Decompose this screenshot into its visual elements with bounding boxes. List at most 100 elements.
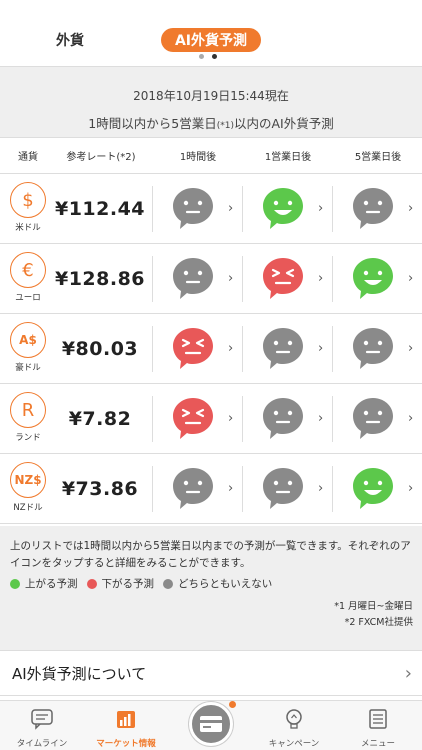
- header-currency: 通貨: [18, 152, 38, 163]
- column-divider: [242, 396, 243, 442]
- forecast-description: 1時間以内から5営業日(*1)以内のAI外貨予測: [88, 116, 334, 131]
- currency-name: 豪ドル: [15, 363, 41, 373]
- chevron-right-icon[interactable]: ›: [318, 271, 323, 286]
- column-divider: [332, 186, 333, 232]
- table-row: € ユーロ ¥128.86 › › ›: [0, 244, 422, 314]
- chevron-right-icon[interactable]: ›: [228, 341, 233, 356]
- currency-cell: € ユーロ: [8, 252, 48, 303]
- chat-bubble-icon: [31, 709, 53, 730]
- nav-menu-label: メニュー: [360, 739, 395, 749]
- column-divider: [332, 326, 333, 372]
- down-face-icon: [86, 578, 97, 589]
- column-divider: [152, 466, 153, 512]
- about-label: AI外貨予測について: [12, 664, 147, 683]
- chevron-right-icon[interactable]: ›: [318, 411, 323, 426]
- reference-rate: ¥128.86: [54, 268, 146, 290]
- currency-symbol-icon: €: [10, 252, 46, 288]
- table-row: R ランド ¥7.82 › › ›: [0, 384, 422, 454]
- currency-name: ユーロ: [15, 293, 41, 303]
- header-1h: 1時間後: [179, 152, 217, 163]
- down-face-icon[interactable]: [172, 397, 214, 441]
- info-banner: 2018年10月19日15:44現在 1時間以内から5営業日(*1)以内のAI外…: [0, 66, 422, 138]
- header-1d: 1営業日後: [264, 152, 312, 163]
- forecast-table: $ 米ドル ¥112.44 › › › € ユーロ ¥128.86 › › › A$ 豪ドル ¥80.03 ›…: [0, 174, 422, 524]
- up-face-icon[interactable]: [352, 467, 394, 511]
- column-divider: [152, 256, 153, 302]
- chevron-right-icon[interactable]: ›: [318, 341, 323, 356]
- neutral-face-icon[interactable]: [172, 187, 214, 231]
- page-indicator: [199, 54, 217, 59]
- currency-cell: NZ$ NZドル: [8, 462, 48, 513]
- tab-ai-forecast[interactable]: AI外貨予測: [161, 28, 261, 52]
- neutral-face-icon[interactable]: [262, 467, 304, 511]
- about-ai-forecast-link[interactable]: AI外貨予測について ›: [0, 650, 422, 696]
- neutral-face-icon[interactable]: [262, 327, 304, 371]
- chevron-right-icon[interactable]: ›: [408, 481, 413, 496]
- currency-name: NZドル: [13, 503, 43, 513]
- column-divider: [332, 466, 333, 512]
- lightbulb-icon: [286, 709, 302, 729]
- neutral-face-icon[interactable]: [262, 397, 304, 441]
- column-divider: [332, 256, 333, 302]
- column-divider: [152, 396, 153, 442]
- reference-rate: ¥7.82: [68, 408, 132, 430]
- currency-name: ランド: [15, 433, 41, 443]
- currency-symbol-icon: NZ$: [10, 462, 46, 498]
- currency-cell: $ 米ドル: [8, 182, 48, 233]
- up-face-icon: [10, 578, 20, 589]
- nav-market-label: マーケット情報: [96, 739, 156, 749]
- neutral-face-icon: [163, 578, 173, 589]
- top-bar: 外貨 AI外貨予測: [0, 0, 422, 59]
- neutral-face-icon[interactable]: [172, 467, 214, 511]
- column-divider: [242, 466, 243, 512]
- column-divider: [152, 186, 153, 232]
- chevron-right-icon[interactable]: ›: [228, 481, 233, 496]
- reference-rate: ¥80.03: [61, 338, 139, 360]
- column-divider: [242, 256, 243, 302]
- legend-neutral: どちらともいえない: [178, 578, 273, 590]
- nav-campaign-label: キャンペーン: [268, 739, 320, 749]
- neutral-face-icon[interactable]: [352, 397, 394, 441]
- table-header: 通貨 参考レート(*2) 1時間後 1営業日後 5営業日後: [0, 138, 422, 174]
- nav-timeline-label: タイムライン: [16, 739, 68, 749]
- chevron-right-icon[interactable]: ›: [318, 481, 323, 496]
- header-rate: 参考レート(*2): [66, 152, 136, 163]
- legend-down: 下がる予測: [101, 578, 155, 590]
- header-5d: 5営業日後: [354, 152, 402, 163]
- chevron-right-icon[interactable]: ›: [408, 341, 413, 356]
- chevron-right-icon[interactable]: ›: [408, 411, 413, 426]
- footnote-2: *2 FXCM社提供: [344, 617, 413, 628]
- neutral-face-icon[interactable]: [172, 257, 214, 301]
- notes-text: 上のリストでは1時間以内から5営業日以内までの予測が一覧できます。それぞれのアイ…: [10, 540, 411, 569]
- chevron-right-icon: ›: [404, 663, 412, 684]
- legend-up: 上がる予測: [25, 578, 78, 590]
- chevron-right-icon[interactable]: ›: [228, 411, 233, 426]
- currency-name: 米ドル: [15, 223, 41, 233]
- neutral-face-icon[interactable]: [352, 327, 394, 371]
- nav-campaign[interactable]: キャンペーン: [252, 701, 336, 750]
- reference-rate: ¥112.44: [54, 198, 146, 220]
- chevron-right-icon[interactable]: ›: [228, 271, 233, 286]
- currency-cell: A$ 豪ドル: [8, 322, 48, 373]
- reference-rate: ¥73.86: [61, 478, 139, 500]
- notification-dot: [229, 701, 236, 708]
- down-face-icon[interactable]: [172, 327, 214, 371]
- card-button[interactable]: [189, 702, 233, 746]
- chevron-right-icon[interactable]: ›: [408, 201, 413, 216]
- chevron-right-icon[interactable]: ›: [318, 201, 323, 216]
- nav-menu[interactable]: メニュー: [336, 701, 420, 750]
- chevron-right-icon[interactable]: ›: [408, 271, 413, 286]
- nav-market[interactable]: マーケット情報: [84, 701, 168, 750]
- chevron-right-icon[interactable]: ›: [228, 201, 233, 216]
- bar-chart-icon: [117, 711, 135, 728]
- up-face-icon[interactable]: [262, 187, 304, 231]
- up-face-icon[interactable]: [352, 257, 394, 301]
- nav-timeline[interactable]: タイムライン: [0, 701, 84, 750]
- neutral-face-icon[interactable]: [352, 187, 394, 231]
- currency-symbol-icon: $: [10, 182, 46, 218]
- currency-symbol-icon: A$: [10, 322, 46, 358]
- down-face-icon[interactable]: [262, 257, 304, 301]
- column-divider: [242, 186, 243, 232]
- tab-forex[interactable]: 外貨: [40, 28, 100, 52]
- page-dot: [199, 54, 204, 59]
